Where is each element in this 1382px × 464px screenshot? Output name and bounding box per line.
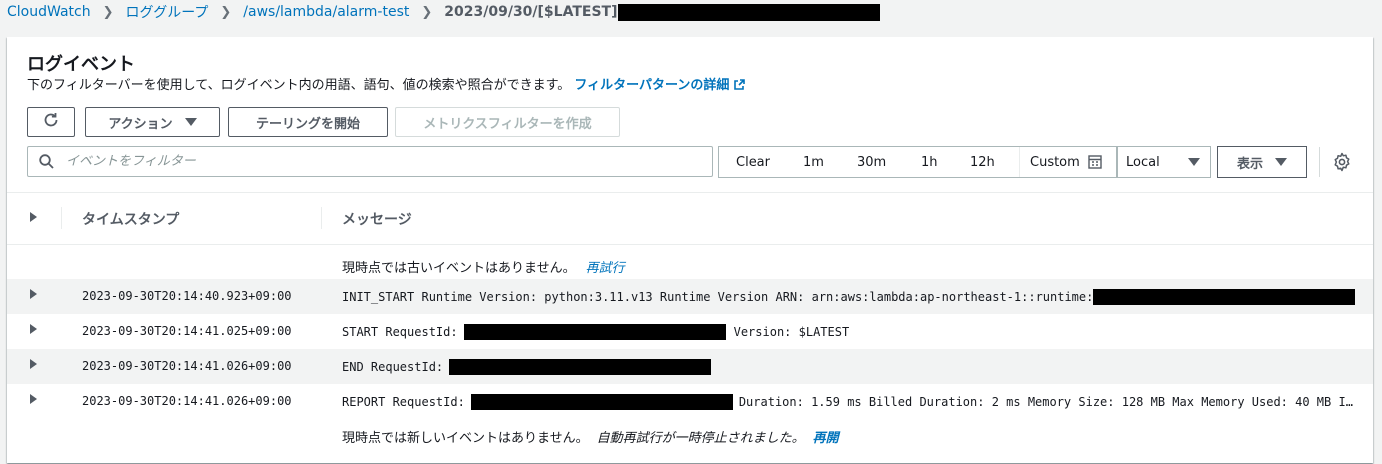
- search-input[interactable]: [64, 153, 708, 170]
- actions-label: アクション: [108, 116, 173, 132]
- start-tailing-label: テーリングを開始: [255, 116, 360, 132]
- column-divider: [321, 207, 322, 229]
- table-row[interactable]: 2023-09-30T20:14:41.026+09:00 END Reques…: [7, 349, 1373, 384]
- create-metric-filter-button[interactable]: メトリクスフィルターを作成: [395, 107, 620, 137]
- page-title: ログイベント: [27, 54, 135, 75]
- toolbar-divider: [1319, 147, 1320, 177]
- retry-link[interactable]: 再試行: [586, 257, 625, 276]
- range-12h[interactable]: 12h: [970, 155, 995, 170]
- table-row[interactable]: 2023-09-30T20:14:41.025+09:00 START Requ…: [7, 314, 1373, 349]
- redacted-block: [470, 394, 733, 410]
- redacted-block: [1093, 289, 1356, 305]
- description-text: 下のフィルターバーを使用して、ログイベント内の用語、語句、値の検索や照合ができま…: [27, 78, 571, 93]
- newer-events-message: 現時点では新しいイベントはありません。 自動再試行が一時停止されました。 再開: [342, 427, 839, 446]
- row-message-text: END RequestId:: [342, 360, 444, 374]
- display-button[interactable]: 表示: [1217, 146, 1307, 178]
- row-timestamp: 2023-09-30T20:14:41.025+09:00: [82, 324, 292, 338]
- create-metric-filter-label: メトリクスフィルターを作成: [423, 116, 592, 132]
- breadcrumb-current-stream: 2023/09/30/[$LATEST]: [444, 4, 618, 20]
- row-timestamp: 2023-09-30T20:14:41.026+09:00: [82, 359, 292, 373]
- row-message: REPORT RequestId: Duration: 1.59 ms Bill…: [342, 394, 1353, 410]
- search-box: [27, 146, 713, 177]
- search-icon: [39, 154, 54, 169]
- row-message-suffix: Version: $LATEST: [733, 325, 850, 339]
- caret-down-icon: [184, 118, 197, 126]
- timezone-selected: Local: [1126, 154, 1160, 170]
- time-range-selector: Clear 1m 30m 1h 12h Custom: [718, 146, 1117, 178]
- range-30m[interactable]: 30m: [857, 155, 886, 170]
- range-clear[interactable]: Clear: [736, 155, 770, 170]
- older-events-notice: 現時点では古いイベントはありません。 再試行: [7, 244, 1373, 280]
- column-divider: [61, 207, 62, 229]
- calendar-icon: [1088, 155, 1102, 169]
- row-message: INIT_START Runtime Version: python:3.11.…: [342, 289, 1356, 305]
- timezone-select[interactable]: Local: [1117, 146, 1211, 178]
- panel-header: ログイベント 下のフィルターバーを使用して、ログイベント内の用語、語句、値の検索…: [27, 53, 746, 97]
- panel-description: 下のフィルターバーを使用して、ログイベント内の用語、語句、値の検索や照合ができま…: [27, 77, 746, 97]
- row-message-text: REPORT RequestId:: [342, 395, 465, 409]
- row-message: START RequestId: Version: $LATEST: [342, 324, 849, 340]
- newer-events-notice: 現時点では新しいイベントはありません。 自動再試行が一時停止されました。 再開: [7, 419, 1373, 454]
- older-events-text: 現時点では古いイベントはありません。: [342, 261, 576, 276]
- display-label: 表示: [1236, 156, 1263, 172]
- range-1h[interactable]: 1h: [921, 155, 938, 170]
- column-message[interactable]: メッセージ: [342, 209, 412, 229]
- external-link-icon: [733, 79, 746, 97]
- table-row[interactable]: 2023-09-30T20:14:40.923+09:00 INIT_START…: [7, 279, 1373, 314]
- column-timestamp[interactable]: タイムスタンプ: [82, 209, 179, 229]
- breadcrumb-cloudwatch[interactable]: CloudWatch: [7, 4, 91, 20]
- filter-pattern-link-text: フィルターパターンの詳細: [574, 78, 730, 93]
- range-custom-label: Custom: [1030, 154, 1080, 170]
- older-events-message: 現時点では古いイベントはありません。 再試行: [342, 257, 625, 276]
- row-message: END RequestId:: [342, 359, 712, 375]
- breadcrumb-log-groups[interactable]: ロググループ: [125, 2, 208, 22]
- range-1m[interactable]: 1m: [803, 155, 824, 170]
- redacted-block: [617, 3, 880, 21]
- refresh-icon: [42, 111, 60, 133]
- table-header: タイムスタンプ メッセージ: [7, 192, 1373, 245]
- table-row[interactable]: 2023-09-30T20:14:41.026+09:00 REPORT Req…: [7, 384, 1373, 419]
- redacted-block: [449, 359, 712, 375]
- refresh-button[interactable]: [27, 107, 75, 137]
- row-timestamp: 2023-09-30T20:14:41.026+09:00: [82, 394, 292, 408]
- auto-retry-paused-text: 自動再試行が一時停止されました。: [596, 431, 805, 446]
- range-divider: [1019, 147, 1020, 177]
- breadcrumb: CloudWatch ❯ ロググループ ❯ /aws/lambda/alarm-…: [7, 0, 880, 24]
- expand-all-icon[interactable]: [30, 212, 37, 222]
- newer-events-text: 現時点では新しいイベントはありません。: [342, 431, 589, 446]
- start-tailing-button[interactable]: テーリングを開始: [228, 107, 388, 137]
- resume-link[interactable]: 再開: [813, 427, 839, 446]
- range-custom[interactable]: Custom: [1030, 155, 1102, 170]
- redacted-block: [463, 324, 726, 340]
- settings-gear-icon[interactable]: [1332, 152, 1352, 176]
- caret-down-icon: [1275, 158, 1287, 166]
- expand-row-icon[interactable]: [30, 324, 37, 334]
- row-timestamp: 2023-09-30T20:14:40.923+09:00: [82, 289, 292, 303]
- row-message-text: START RequestId:: [342, 325, 458, 339]
- chevron-right-icon: ❯: [421, 4, 433, 20]
- expand-row-icon[interactable]: [30, 289, 37, 299]
- chevron-right-icon: ❯: [102, 4, 114, 20]
- chevron-right-icon: ❯: [220, 4, 232, 20]
- breadcrumb-log-group[interactable]: /aws/lambda/alarm-test: [243, 4, 409, 20]
- caret-down-icon: [1188, 158, 1200, 166]
- expand-row-icon[interactable]: [30, 359, 37, 369]
- row-message-text: INIT_START Runtime Version: python:3.11.…: [342, 290, 1094, 304]
- row-message-suffix: Duration: 1.59 ms Billed Duration: 2 ms …: [738, 395, 1353, 409]
- filter-pattern-link[interactable]: フィルターパターンの詳細: [574, 78, 746, 93]
- expand-row-icon[interactable]: [30, 394, 37, 404]
- log-events-panel: ログイベント 下のフィルターバーを使用して、ログイベント内の用語、語句、値の検索…: [7, 37, 1373, 463]
- actions-button[interactable]: アクション: [85, 107, 220, 137]
